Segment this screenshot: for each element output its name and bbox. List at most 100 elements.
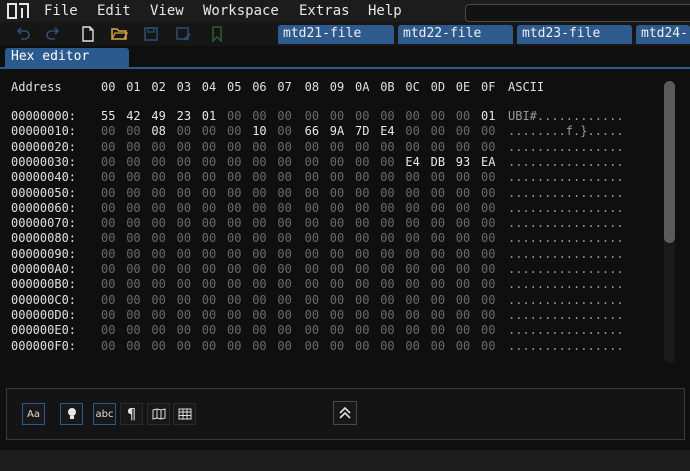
hex-byte[interactable]: 00: [277, 170, 291, 184]
hex-byte[interactable]: 00: [101, 186, 115, 200]
hex-byte[interactable]: 00: [227, 170, 241, 184]
spell-check-button[interactable]: abc: [93, 403, 116, 425]
hex-byte[interactable]: 00: [277, 277, 291, 291]
hex-byte[interactable]: 00: [456, 339, 470, 353]
redo-icon[interactable]: [44, 25, 62, 43]
hex-byte[interactable]: 00: [202, 277, 216, 291]
hex-byte[interactable]: 00: [101, 216, 115, 230]
hex-byte[interactable]: 00: [277, 323, 291, 337]
hex-byte[interactable]: 00: [252, 231, 266, 245]
hex-byte[interactable]: 00: [126, 323, 140, 337]
hex-byte[interactable]: 00: [151, 155, 165, 169]
hex-byte[interactable]: 00: [101, 262, 115, 276]
hex-byte[interactable]: 00: [355, 216, 369, 230]
hex-byte[interactable]: 00: [431, 231, 445, 245]
hex-byte[interactable]: 00: [126, 277, 140, 291]
undo-icon[interactable]: [14, 25, 32, 43]
hex-byte[interactable]: 00: [126, 170, 140, 184]
hex-byte[interactable]: 00: [380, 339, 394, 353]
hex-byte[interactable]: 00: [227, 140, 241, 154]
hex-byte[interactable]: 00: [202, 186, 216, 200]
hex-byte[interactable]: 00: [227, 186, 241, 200]
hex-byte[interactable]: 00: [151, 339, 165, 353]
hex-byte[interactable]: 00: [202, 262, 216, 276]
menu-extras[interactable]: Extras: [299, 3, 350, 19]
hex-byte[interactable]: 00: [277, 231, 291, 245]
save-as-icon[interactable]: [174, 25, 192, 43]
hex-byte[interactable]: 00: [380, 262, 394, 276]
hex-byte[interactable]: 00: [227, 124, 241, 138]
hex-byte[interactable]: 00: [405, 124, 419, 138]
hex-byte[interactable]: 00: [151, 186, 165, 200]
hex-byte[interactable]: 00: [151, 262, 165, 276]
hex-byte[interactable]: 00: [277, 140, 291, 154]
ascii-text[interactable]: ................: [508, 262, 624, 276]
hex-byte[interactable]: 00: [481, 140, 495, 154]
hex-byte[interactable]: 00: [355, 277, 369, 291]
file-tab-mtd24[interactable]: mtd24-: [636, 25, 690, 44]
hex-byte[interactable]: 00: [305, 339, 319, 353]
hex-byte[interactable]: 00: [355, 231, 369, 245]
hex-byte[interactable]: 00: [456, 140, 470, 154]
hex-byte[interactable]: 00: [330, 216, 344, 230]
hex-byte[interactable]: 00: [481, 231, 495, 245]
hex-byte[interactable]: 00: [101, 201, 115, 215]
hex-byte[interactable]: 00: [252, 170, 266, 184]
hex-byte[interactable]: 00: [252, 201, 266, 215]
ascii-text[interactable]: ................: [508, 293, 624, 307]
hex-byte[interactable]: 00: [456, 109, 470, 123]
hex-byte[interactable]: 00: [151, 293, 165, 307]
hex-byte[interactable]: 00: [305, 323, 319, 337]
hex-byte[interactable]: 00: [305, 216, 319, 230]
menu-workspace[interactable]: Workspace: [203, 3, 279, 19]
hex-byte[interactable]: 00: [126, 186, 140, 200]
hex-byte[interactable]: 00: [227, 155, 241, 169]
ascii-text[interactable]: ........f.}.....: [508, 124, 624, 138]
hex-byte[interactable]: 00: [405, 308, 419, 322]
hex-byte[interactable]: 00: [355, 201, 369, 215]
hex-byte[interactable]: 00: [305, 170, 319, 184]
hex-byte[interactable]: 00: [330, 323, 344, 337]
hex-byte[interactable]: 00: [330, 262, 344, 276]
ascii-text[interactable]: ................: [508, 323, 624, 337]
hex-byte[interactable]: 00: [177, 155, 191, 169]
hex-byte[interactable]: 00: [405, 323, 419, 337]
hex-byte[interactable]: 00: [227, 277, 241, 291]
new-file-icon[interactable]: [79, 25, 97, 43]
hex-byte[interactable]: 00: [405, 216, 419, 230]
hex-byte[interactable]: 00: [355, 186, 369, 200]
hex-byte[interactable]: 00: [305, 109, 319, 123]
hex-byte[interactable]: 00: [431, 109, 445, 123]
hex-byte[interactable]: 00: [126, 262, 140, 276]
hex-byte[interactable]: 00: [252, 308, 266, 322]
hex-byte[interactable]: 00: [101, 323, 115, 337]
hex-byte[interactable]: 00: [355, 293, 369, 307]
hex-byte[interactable]: 10: [252, 124, 266, 138]
hex-editor-view[interactable]: Address 00 01 02 03 04 05 06 07 08 09 0A 0B 0C 0D 0E 0F…: [0, 69, 690, 375]
hex-byte[interactable]: 00: [101, 124, 115, 138]
hex-byte[interactable]: 00: [126, 124, 140, 138]
hex-byte[interactable]: 00: [177, 186, 191, 200]
hex-byte[interactable]: 00: [305, 186, 319, 200]
hex-byte[interactable]: 00: [355, 323, 369, 337]
hex-byte[interactable]: 00: [431, 124, 445, 138]
hex-byte[interactable]: 00: [355, 155, 369, 169]
hex-byte[interactable]: 00: [202, 323, 216, 337]
hex-byte[interactable]: 23: [177, 109, 191, 123]
hex-byte[interactable]: 00: [481, 339, 495, 353]
ascii-text[interactable]: ................: [508, 170, 624, 184]
hex-byte[interactable]: 00: [151, 201, 165, 215]
hex-byte[interactable]: 00: [330, 201, 344, 215]
hex-byte[interactable]: 00: [481, 216, 495, 230]
bookmark-icon[interactable]: [208, 25, 226, 43]
hex-byte[interactable]: 00: [456, 216, 470, 230]
hex-byte[interactable]: 01: [202, 109, 216, 123]
hex-byte[interactable]: 55: [101, 109, 115, 123]
hex-byte[interactable]: 00: [380, 247, 394, 261]
hex-byte[interactable]: 00: [126, 201, 140, 215]
hex-byte[interactable]: 00: [355, 140, 369, 154]
hex-byte[interactable]: 00: [277, 201, 291, 215]
hex-byte[interactable]: 00: [126, 231, 140, 245]
hex-byte[interactable]: 00: [277, 155, 291, 169]
hex-byte[interactable]: 00: [405, 339, 419, 353]
